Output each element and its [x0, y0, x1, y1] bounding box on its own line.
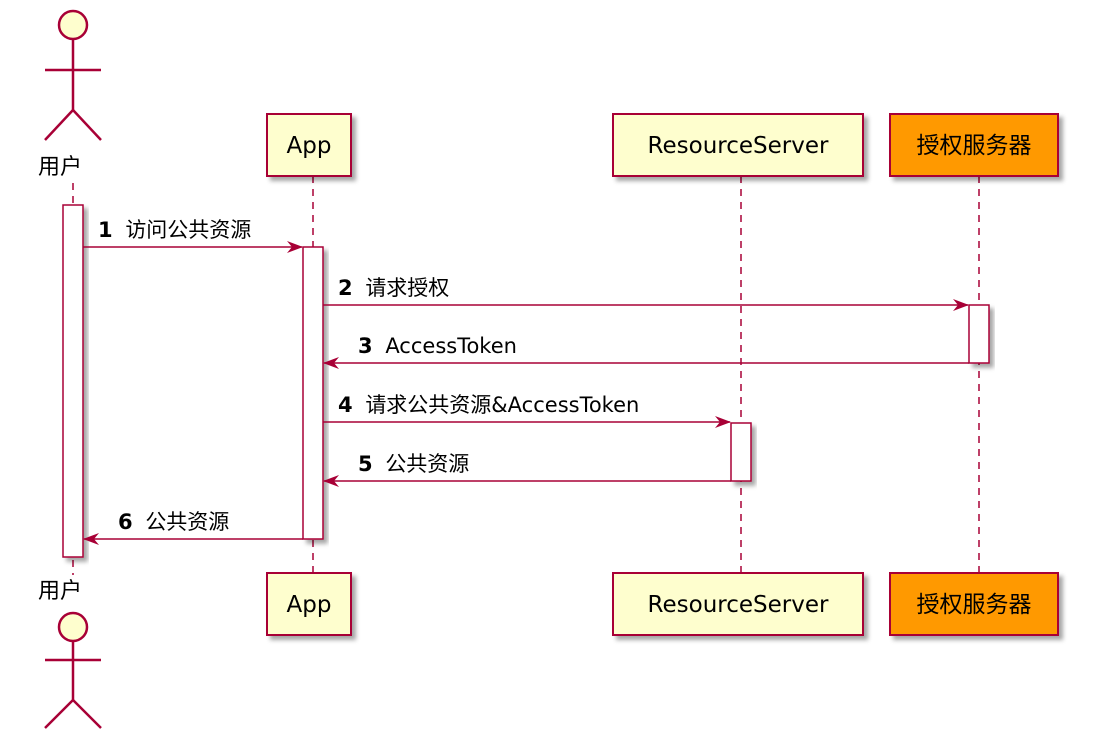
- message-6: 6 公共资源: [83, 510, 303, 545]
- message-6-number: 6: [118, 510, 133, 534]
- message-1-number: 1: [98, 218, 113, 242]
- message-2: 2 请求授权: [323, 276, 969, 311]
- participant-auth-server-bottom: 授权服务器: [889, 572, 1059, 636]
- activation-auth-server: [968, 304, 990, 364]
- svg-text:5 公共资源: 5 公共资源: [358, 452, 469, 476]
- message-4-label: 请求公共资源&AccessToken: [365, 393, 639, 417]
- message-5-label: 公共资源: [385, 452, 469, 476]
- participant-label-auth-server: 授权服务器: [917, 592, 1032, 618]
- svg-text:4 请求公共资源&AccessToken: 4 请求公共资源&AccessToken: [338, 393, 639, 417]
- message-5-number: 5: [358, 452, 373, 476]
- message-3: 3 AccessToken: [323, 334, 969, 369]
- message-4: 4 请求公共资源&AccessToken: [323, 393, 731, 428]
- participant-app-top: App: [266, 113, 352, 177]
- participant-label-app: App: [287, 133, 332, 159]
- actor-head-icon: [57, 9, 89, 41]
- participant-resource-server-top: ResourceServer: [612, 113, 864, 177]
- message-1: 1 访问公共资源: [83, 218, 303, 253]
- participant-label-resource-server: ResourceServer: [648, 133, 829, 159]
- message-3-number: 3: [358, 334, 373, 358]
- svg-text:3 AccessToken: 3 AccessToken: [358, 334, 517, 358]
- svg-text:2 请求授权: 2 请求授权: [338, 276, 449, 300]
- participant-label-resource-server: ResourceServer: [648, 592, 829, 618]
- actor-user-bottom: [44, 611, 102, 729]
- message-2-label: 请求授权: [365, 276, 449, 300]
- participant-resource-server-bottom: ResourceServer: [612, 572, 864, 636]
- activation-user: [62, 204, 84, 558]
- message-6-label: 公共资源: [145, 510, 229, 534]
- activation-resource-server: [730, 422, 752, 482]
- participant-auth-server-top: 授权服务器: [889, 113, 1059, 177]
- actor-head-icon: [57, 611, 89, 643]
- participant-label-user-bottom: 用户: [38, 579, 82, 604]
- message-5: 5 公共资源: [323, 452, 731, 487]
- svg-text:6 公共资源: 6 公共资源: [118, 510, 229, 534]
- participant-label-user-top: 用户: [38, 155, 82, 180]
- message-1-label: 访问公共资源: [125, 218, 251, 242]
- message-3-label: AccessToken: [385, 334, 517, 358]
- activation-app: [302, 246, 324, 540]
- message-4-number: 4: [338, 393, 353, 417]
- svg-text:1 访问公共资源: 1 访问公共资源: [98, 218, 251, 242]
- message-2-number: 2: [338, 276, 353, 300]
- actor-user-top: [44, 9, 102, 141]
- participant-label-app: App: [287, 592, 332, 618]
- participant-app-bottom: App: [266, 572, 352, 636]
- sequence-diagram: 用户 用户 App ResourceServer 授权服务器 App Resou…: [38, 9, 1059, 729]
- participant-label-auth-server: 授权服务器: [917, 133, 1032, 159]
